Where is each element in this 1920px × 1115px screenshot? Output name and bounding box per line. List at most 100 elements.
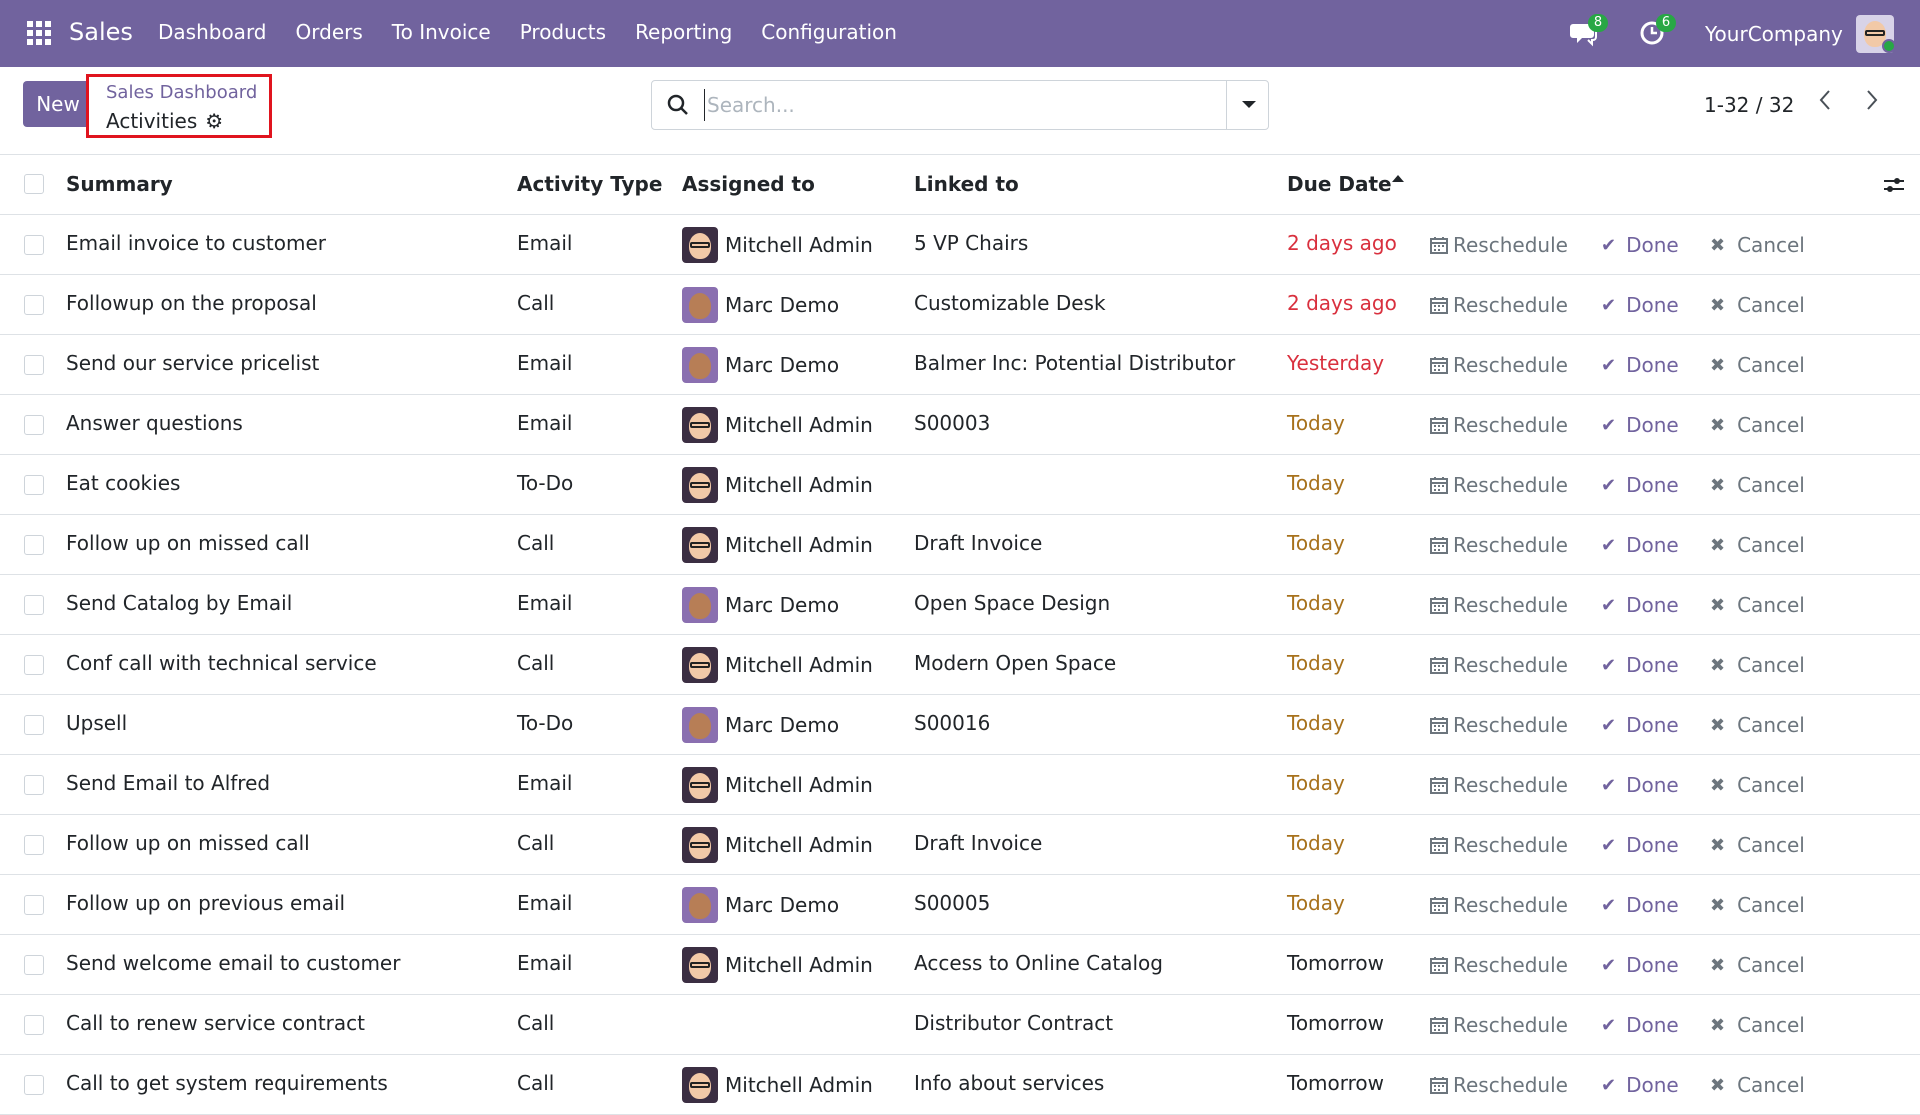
reschedule-button[interactable]: Reschedule <box>1430 833 1568 857</box>
reschedule-button[interactable]: Reschedule <box>1430 953 1568 977</box>
done-button[interactable]: ✔ Done <box>1601 413 1679 437</box>
linked-to-cell[interactable]: S00003 <box>914 411 990 435</box>
table-row[interactable]: Followup on the proposal Call Marc Demo Cus… <box>0 275 1920 335</box>
header-summary[interactable]: Summary <box>66 172 173 196</box>
table-row[interactable]: Upsell To-Do Marc Demo S00016 Today Reschedul… <box>0 695 1920 755</box>
table-row[interactable]: Eat cookies To-Do Mitchell Admin Today Resch… <box>0 455 1920 515</box>
assigned-to-cell[interactable]: Mitchell Admin <box>682 1067 873 1103</box>
row-checkbox[interactable] <box>24 655 44 675</box>
table-row[interactable]: Follow up on missed call Call Mitchell Adm… <box>0 815 1920 875</box>
done-button[interactable]: ✔ Done <box>1601 533 1679 557</box>
done-button[interactable]: ✔ Done <box>1601 353 1679 377</box>
done-button[interactable]: ✔ Done <box>1601 1073 1679 1097</box>
cancel-button[interactable]: ✖ Cancel <box>1710 773 1805 797</box>
assigned-to-cell[interactable]: Mitchell Admin <box>682 647 873 683</box>
pager-next-button[interactable] <box>1857 89 1887 119</box>
row-checkbox[interactable] <box>24 475 44 495</box>
done-button[interactable]: ✔ Done <box>1601 593 1679 617</box>
search-input[interactable] <box>704 89 1174 121</box>
row-checkbox[interactable] <box>24 1075 44 1095</box>
reschedule-button[interactable]: Reschedule <box>1430 713 1568 737</box>
done-button[interactable]: ✔ Done <box>1601 773 1679 797</box>
cancel-button[interactable]: ✖ Cancel <box>1710 653 1805 677</box>
reschedule-button[interactable]: Reschedule <box>1430 1013 1568 1037</box>
messages-icon[interactable]: 8 <box>1570 14 1608 48</box>
reschedule-button[interactable]: Reschedule <box>1430 413 1568 437</box>
assigned-to-cell[interactable]: Mitchell Admin <box>682 527 873 563</box>
assigned-to-cell[interactable]: Mitchell Admin <box>682 407 873 443</box>
cancel-button[interactable]: ✖ Cancel <box>1710 233 1805 257</box>
linked-to-cell[interactable]: S00016 <box>914 711 990 735</box>
done-button[interactable]: ✔ Done <box>1601 833 1679 857</box>
cancel-button[interactable]: ✖ Cancel <box>1710 353 1805 377</box>
done-button[interactable]: ✔ Done <box>1601 893 1679 917</box>
linked-to-cell[interactable]: Open Space Design <box>914 591 1110 615</box>
menu-orders[interactable]: Orders <box>296 20 363 44</box>
reschedule-button[interactable]: Reschedule <box>1430 353 1568 377</box>
reschedule-button[interactable]: Reschedule <box>1430 233 1568 257</box>
table-row[interactable]: Email invoice to customer Email Mitchell A… <box>0 215 1920 275</box>
done-button[interactable]: ✔ Done <box>1601 953 1679 977</box>
row-checkbox[interactable] <box>24 415 44 435</box>
menu-configuration[interactable]: Configuration <box>761 20 897 44</box>
row-checkbox[interactable] <box>24 235 44 255</box>
assigned-to-cell[interactable]: Marc Demo <box>682 587 839 623</box>
table-row[interactable]: Follow up on previous email Email Marc Dem… <box>0 875 1920 935</box>
column-options-icon[interactable] <box>1882 173 1906 197</box>
table-row[interactable]: Send Catalog by Email Email Marc Demo Open … <box>0 575 1920 635</box>
row-checkbox[interactable] <box>24 595 44 615</box>
reschedule-button[interactable]: Reschedule <box>1430 1073 1568 1097</box>
reschedule-button[interactable]: Reschedule <box>1430 773 1568 797</box>
linked-to-cell[interactable]: Draft Invoice <box>914 531 1042 555</box>
header-linked-to[interactable]: Linked to <box>914 172 1019 196</box>
assigned-to-cell[interactable]: Marc Demo <box>682 707 839 743</box>
done-button[interactable]: ✔ Done <box>1601 293 1679 317</box>
reschedule-button[interactable]: Reschedule <box>1430 653 1568 677</box>
assigned-to-cell[interactable]: Mitchell Admin <box>682 827 873 863</box>
row-checkbox[interactable] <box>24 295 44 315</box>
table-row[interactable]: Conf call with technical service Call Mitc… <box>0 635 1920 695</box>
row-checkbox[interactable] <box>24 715 44 735</box>
cancel-button[interactable]: ✖ Cancel <box>1710 953 1805 977</box>
menu-products[interactable]: Products <box>520 20 606 44</box>
reschedule-button[interactable]: Reschedule <box>1430 473 1568 497</box>
linked-to-cell[interactable]: Draft Invoice <box>914 831 1042 855</box>
linked-to-cell[interactable]: Info about services <box>914 1071 1104 1095</box>
app-brand[interactable]: Sales <box>69 18 133 46</box>
cancel-button[interactable]: ✖ Cancel <box>1710 1073 1805 1097</box>
assigned-to-cell[interactable]: Marc Demo <box>682 887 839 923</box>
pager-value[interactable]: 1-32 / 32 <box>1704 93 1794 117</box>
activities-clock-icon[interactable]: 6 <box>1638 14 1676 48</box>
menu-dashboard[interactable]: Dashboard <box>158 20 267 44</box>
assigned-to-cell[interactable]: Marc Demo <box>682 347 839 383</box>
select-all-checkbox[interactable] <box>24 174 44 194</box>
cancel-button[interactable]: ✖ Cancel <box>1710 593 1805 617</box>
linked-to-cell[interactable]: 5 VP Chairs <box>914 231 1028 255</box>
linked-to-cell[interactable]: Balmer Inc: Potential Distributor <box>914 351 1235 375</box>
table-row[interactable]: Send Email to Alfred Email Mitchell Admin T… <box>0 755 1920 815</box>
reschedule-button[interactable]: Reschedule <box>1430 533 1568 557</box>
linked-to-cell[interactable]: Customizable Desk <box>914 291 1106 315</box>
row-checkbox[interactable] <box>24 1015 44 1035</box>
done-button[interactable]: ✔ Done <box>1601 233 1679 257</box>
assigned-to-cell[interactable]: Mitchell Admin <box>682 467 873 503</box>
reschedule-button[interactable]: Reschedule <box>1430 593 1568 617</box>
assigned-to-cell[interactable]: Mitchell Admin <box>682 227 873 263</box>
table-row[interactable]: Send welcome email to customer Email Mitch… <box>0 935 1920 995</box>
reschedule-button[interactable]: Reschedule <box>1430 893 1568 917</box>
table-row[interactable]: Call to get system requirements Call Mitch… <box>0 1055 1920 1115</box>
menu-reporting[interactable]: Reporting <box>635 20 732 44</box>
row-checkbox[interactable] <box>24 955 44 975</box>
row-checkbox[interactable] <box>24 535 44 555</box>
cancel-button[interactable]: ✖ Cancel <box>1710 473 1805 497</box>
table-row[interactable]: Call to renew service contract Call Distri… <box>0 995 1920 1055</box>
cancel-button[interactable]: ✖ Cancel <box>1710 293 1805 317</box>
done-button[interactable]: ✔ Done <box>1601 713 1679 737</box>
header-assigned-to[interactable]: Assigned to <box>682 172 815 196</box>
linked-to-cell[interactable]: Modern Open Space <box>914 651 1116 675</box>
assigned-to-cell[interactable]: Mitchell Admin <box>682 947 873 983</box>
linked-to-cell[interactable]: S00005 <box>914 891 990 915</box>
linked-to-cell[interactable]: Access to Online Catalog <box>914 951 1163 975</box>
apps-grid-icon[interactable] <box>27 21 51 45</box>
done-button[interactable]: ✔ Done <box>1601 1013 1679 1037</box>
